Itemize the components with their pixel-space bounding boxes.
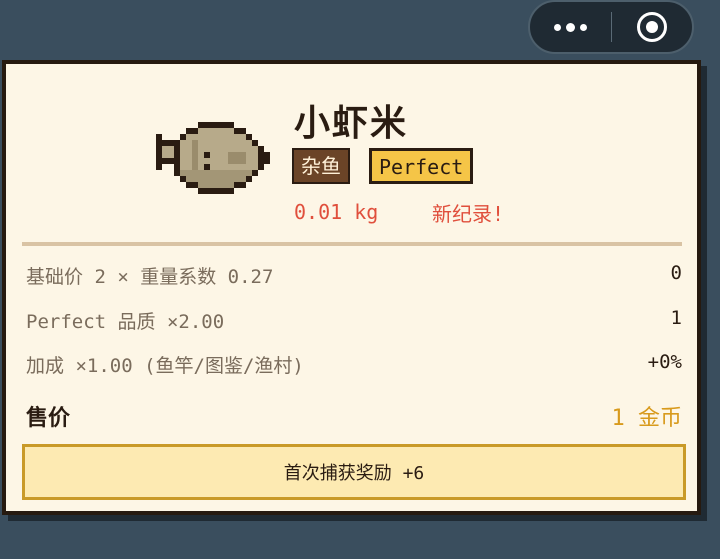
breakdown-value: +0% [647,351,682,373]
breakdown-label: Perfect 品质 ×2.00 [26,311,225,333]
price-breakdown-row: Perfect 品质 ×2.00 1 [26,307,682,334]
sell-price-label: 售价 [26,406,71,431]
sell-price-amount: 1 金币 [611,406,683,431]
category-tag: 杂鱼 [292,148,350,184]
miniprogram-capsule [528,0,694,54]
divider [22,242,682,246]
price-breakdown-row: 加成 ×1.00 (鱼竿/图鉴/渔村) +0% [26,351,682,378]
price-breakdown-row: 基础价 2 × 重量系数 0.27 0 [26,262,682,289]
fish-name: 小虾米 [294,103,409,144]
breakdown-label: 加成 ×1.00 (鱼竿/图鉴/渔村) [26,355,304,377]
sell-price-row: 售价 1 金币 [26,400,682,432]
more-dots-icon[interactable] [530,22,611,32]
new-record-label: 新纪录! [432,202,505,226]
target-close-icon[interactable] [612,12,693,42]
breakdown-value: 1 [670,307,682,329]
breakdown-value: 0 [670,262,682,284]
catch-result-card: 小虾米 杂鱼 Perfect 0.01 kg 新纪录! 基础价 2 × 重量系数… [2,60,701,515]
breakdown-label: 基础价 2 × 重量系数 0.27 [26,266,274,288]
quality-tag: Perfect [369,148,474,184]
pixel-fish-icon [156,122,270,194]
first-catch-bonus-banner: 首次捕获奖励 +6 [22,444,686,500]
fish-weight: 0.01 kg [294,200,379,224]
